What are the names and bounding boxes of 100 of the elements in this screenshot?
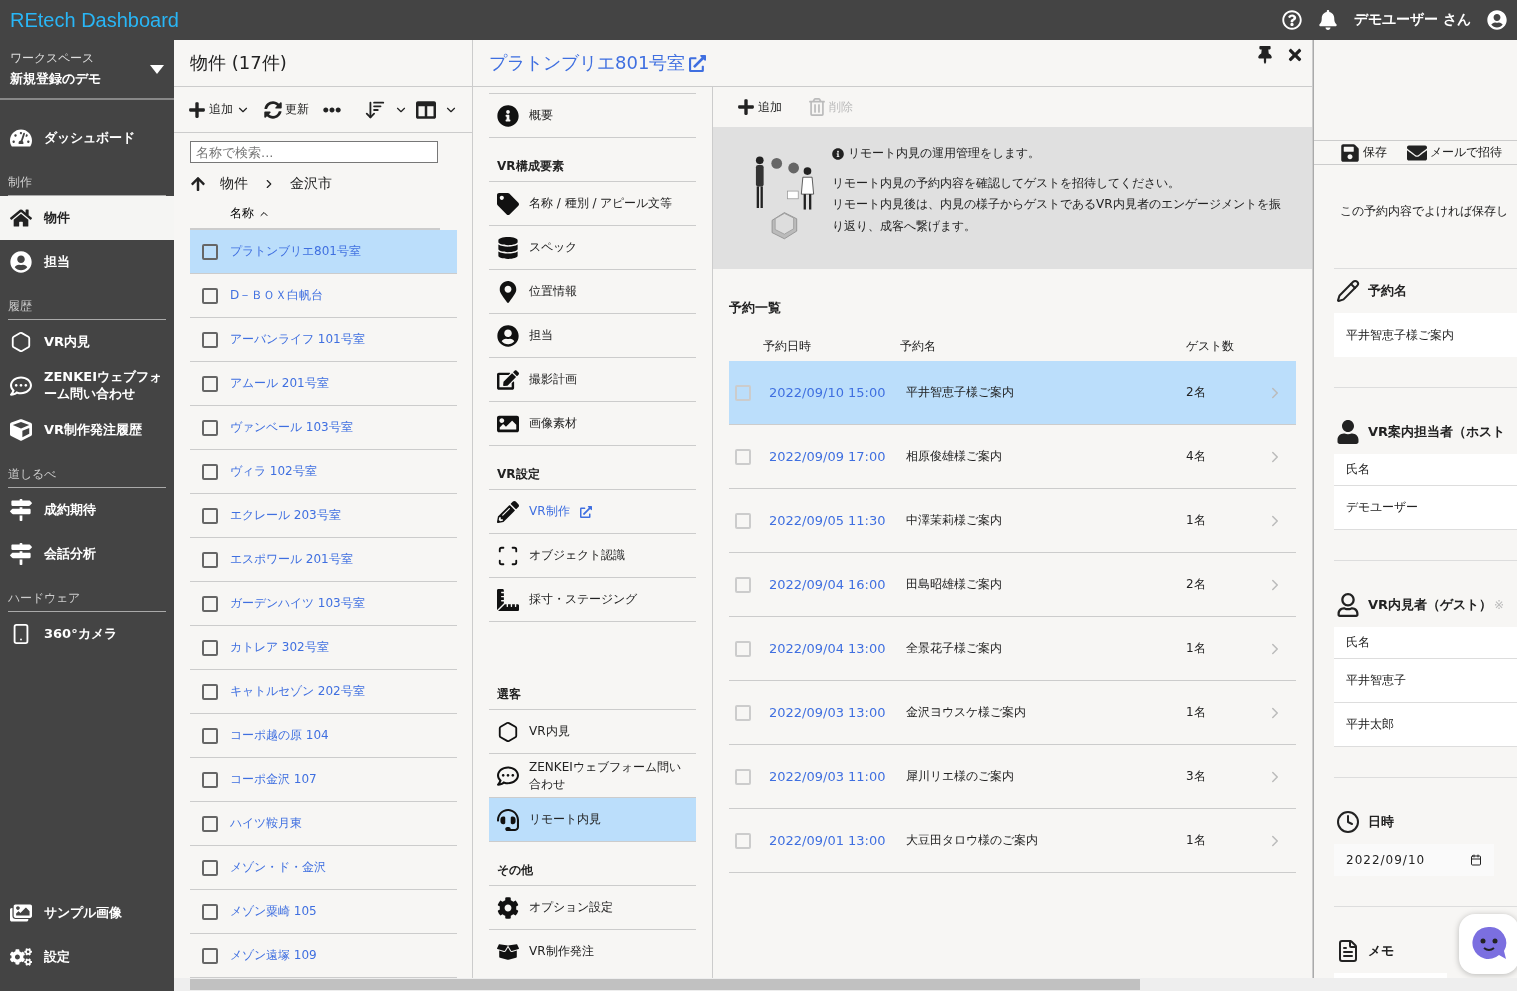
nav-item[interactable]: 採寸・ステージング bbox=[489, 577, 696, 621]
search-field[interactable]: 名称で検索... bbox=[190, 141, 438, 163]
refresh-button[interactable]: 更新 bbox=[264, 100, 309, 119]
add-button[interactable]: 追加 bbox=[188, 100, 250, 119]
checkbox[interactable] bbox=[202, 287, 218, 304]
column-header: ゲスト数 bbox=[1186, 337, 1235, 355]
checkbox[interactable] bbox=[202, 947, 218, 964]
checkbox[interactable] bbox=[202, 595, 218, 612]
hexagon-icon bbox=[10, 331, 32, 353]
nav-item[interactable]: 撮影計画 bbox=[489, 357, 696, 401]
sidebar-item[interactable]: 成約期待 bbox=[0, 488, 174, 532]
nav-item[interactable]: スペック bbox=[489, 225, 696, 269]
checkbox[interactable] bbox=[202, 903, 218, 920]
pin-icon[interactable] bbox=[1256, 46, 1274, 64]
property-row[interactable]: メゾン・ド・金沢 bbox=[190, 846, 457, 890]
checkbox[interactable] bbox=[202, 815, 218, 832]
property-row[interactable]: D－ＢＯＸ白帆台 bbox=[190, 274, 457, 318]
checkbox[interactable] bbox=[202, 639, 218, 656]
property-row[interactable]: キャトルセゾン 202号室 bbox=[190, 670, 457, 714]
nav-item[interactable]: VR制作 bbox=[489, 489, 696, 533]
nav-item[interactable]: 担当 bbox=[489, 313, 696, 357]
sidebar-item[interactable]: 設定 bbox=[0, 935, 174, 979]
sidebar-item[interactable]: 会話分析 bbox=[0, 532, 174, 576]
email-invite-button[interactable]: メールで招待 bbox=[1407, 142, 1502, 163]
user-avatar-icon[interactable] bbox=[1487, 10, 1507, 30]
property-row[interactable]: アーバンライフ 101号室 bbox=[190, 318, 457, 362]
columns-icon[interactable] bbox=[416, 99, 436, 120]
checkbox[interactable] bbox=[202, 463, 218, 480]
checkbox[interactable] bbox=[202, 727, 218, 744]
reservation-row[interactable]: 2022/09/09 17:00 相原俊雄様ご案内 4名 bbox=[729, 425, 1296, 489]
checkbox[interactable] bbox=[202, 771, 218, 788]
checkbox[interactable] bbox=[202, 375, 218, 392]
property-row[interactable]: エスポワール 201号室 bbox=[190, 538, 457, 582]
reservation-row[interactable]: 2022/09/03 11:00 犀川リエ様のご案内 3名 bbox=[729, 745, 1296, 809]
scan-frame-icon bbox=[497, 544, 519, 567]
nav-item[interactable]: VR内見 bbox=[489, 709, 696, 753]
nav-item[interactable]: 名称 / 種別 / アピール文等 bbox=[489, 181, 696, 225]
sidebar-item[interactable]: 物件 bbox=[0, 196, 174, 240]
reservation-row[interactable]: 2022/09/01 13:00 大豆田タロウ様のご案内 1名 bbox=[729, 809, 1296, 873]
reservation-row[interactable]: 2022/09/04 16:00 田島昭雄様ご案内 2名 bbox=[729, 553, 1296, 617]
horizontal-scrollbar[interactable] bbox=[174, 978, 1517, 991]
reservation-name-field[interactable]: 平井智恵子様ご案内 bbox=[1334, 313, 1517, 357]
nav-item[interactable]: VR制作発注 bbox=[489, 929, 696, 973]
sidebar-item[interactable]: 担当 bbox=[0, 240, 174, 284]
checkbox[interactable] bbox=[202, 683, 218, 700]
clock-icon bbox=[1336, 810, 1360, 834]
property-row[interactable]: ハイツ鞍月東 bbox=[190, 802, 457, 846]
sidebar-item[interactable]: 360°カメラ bbox=[0, 612, 174, 656]
workspace-selector[interactable]: ワークスペース 新規登録のデモ bbox=[0, 40, 174, 100]
sidebar-item[interactable]: サンプル画像 bbox=[0, 891, 174, 935]
property-row[interactable]: ヴァンベール 103号室 bbox=[190, 406, 457, 450]
help-icon[interactable] bbox=[1282, 10, 1303, 30]
sidebar-item[interactable]: ZENKEIウェブフォーム問い合わせ bbox=[0, 364, 174, 408]
property-row[interactable]: メゾン粟崎 105 bbox=[190, 890, 457, 934]
save-button[interactable]: 保存 bbox=[1340, 142, 1387, 163]
nav-item[interactable]: 概要 bbox=[489, 93, 696, 137]
close-icon[interactable] bbox=[1286, 46, 1304, 64]
breadcrumb-item[interactable]: 物件 bbox=[220, 175, 248, 193]
app-title: REtech Dashboard bbox=[10, 8, 179, 32]
checkbox[interactable] bbox=[202, 243, 218, 260]
checkbox[interactable] bbox=[202, 331, 218, 348]
property-row[interactable]: アムール 201号室 bbox=[190, 362, 457, 406]
property-row[interactable]: ガーデンハイツ 103号室 bbox=[190, 582, 457, 626]
checkbox[interactable] bbox=[202, 507, 218, 524]
reservation-row[interactable]: 2022/09/04 13:00 全景花子様ご案内 1名 bbox=[729, 617, 1296, 681]
reservation-row[interactable]: 2022/09/10 15:00 平井智恵子様ご案内 2名 bbox=[729, 361, 1296, 425]
table-cell-text: 2022/09/03 11:00 bbox=[769, 769, 887, 784]
user-name[interactable]: デモユーザー さん bbox=[1354, 11, 1471, 29]
breadcrumb-item[interactable]: 金沢市 bbox=[290, 175, 332, 193]
add-button[interactable]: 追加 bbox=[737, 98, 782, 116]
table-cell-text: 1名 bbox=[1186, 832, 1207, 849]
chat-assistant-button[interactable] bbox=[1459, 914, 1517, 974]
nav-item[interactable]: 画像素材 bbox=[489, 401, 696, 445]
checkbox[interactable] bbox=[202, 419, 218, 436]
nav-item[interactable]: 位置情報 bbox=[489, 269, 696, 313]
up-arrow-icon[interactable] bbox=[190, 176, 206, 192]
nav-item[interactable]: リモート内見 bbox=[489, 797, 696, 841]
nav-item[interactable]: オブジェクト認識 bbox=[489, 533, 696, 577]
property-row[interactable]: コーポ越の原 104 bbox=[190, 714, 457, 758]
property-row[interactable]: コーポ金沢 107 bbox=[190, 758, 457, 802]
refresh-icon bbox=[264, 100, 282, 119]
checkbox[interactable] bbox=[202, 859, 218, 876]
calendar-icon[interactable] bbox=[1470, 854, 1482, 866]
table-title: 予約一覧 bbox=[729, 299, 782, 317]
bell-icon[interactable] bbox=[1318, 10, 1339, 30]
checkbox[interactable] bbox=[202, 551, 218, 568]
column-header: 氏名 bbox=[1334, 627, 1517, 659]
nav-item[interactable]: オプション設定 bbox=[489, 885, 696, 929]
reservation-row[interactable]: 2022/09/03 13:00 金沢ヨウスケ様ご案内 1名 bbox=[729, 681, 1296, 745]
date-field[interactable]: 2022/09/10 bbox=[1334, 844, 1494, 876]
sidebar-item[interactable]: ダッシュボード bbox=[0, 116, 174, 160]
property-title-link[interactable]: プラトンブリエ801号室 bbox=[489, 51, 707, 75]
property-row[interactable]: ヴィラ 102号室 bbox=[190, 450, 457, 494]
reservation-row[interactable]: 2022/09/05 11:30 中澤茉莉様ご案内 1名 bbox=[729, 489, 1296, 553]
property-row[interactable]: カトレア 302号室 bbox=[190, 626, 457, 670]
signpost-icon bbox=[10, 543, 32, 565]
external-link-icon bbox=[689, 54, 707, 72]
property-row[interactable]: エクレール 203号室 bbox=[190, 494, 457, 538]
sidebar-item[interactable]: VR内見 bbox=[0, 320, 174, 364]
sidebar-item[interactable]: VR制作発注履歴 bbox=[0, 408, 174, 452]
